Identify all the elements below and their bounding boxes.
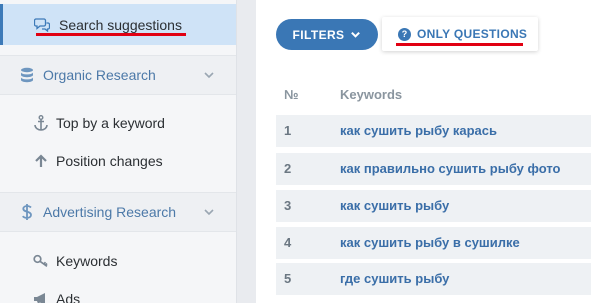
sidebar-item-ads[interactable]: Ads	[0, 280, 236, 303]
keyword-link[interactable]: как сушить рыбу карась	[340, 123, 497, 138]
sidebar-item-label: Ads	[56, 291, 81, 303]
table-row: 4 как сушить рыбу в сушилке	[276, 227, 591, 259]
question-circle-icon: ?	[398, 27, 411, 41]
only-questions-label: ONLY QUESTIONS	[417, 27, 528, 41]
sidebar-item-search-suggestions[interactable]: Search suggestions	[0, 4, 236, 45]
keyword-link[interactable]: где сушить рыбу	[340, 271, 449, 286]
sidebar-divider	[236, 0, 256, 303]
keyword-link[interactable]: как сушить рыбу	[340, 198, 449, 213]
sidebar: Search suggestions Organic Research Top …	[0, 0, 236, 303]
row-number: 2	[284, 161, 292, 176]
key-icon	[33, 253, 49, 269]
sidebar-item-label: Position changes	[56, 153, 163, 169]
chevron-down-icon	[204, 209, 214, 216]
sidebar-item-label: Search suggestions	[59, 16, 182, 33]
table-row: 3 как сушить рыбу	[276, 190, 591, 222]
sidebar-item-keywords[interactable]: Keywords	[0, 242, 236, 280]
row-number: 4	[284, 235, 292, 250]
row-number: 5	[284, 271, 292, 286]
sidebar-section-label: Organic Research	[43, 67, 156, 83]
row-number: 1	[284, 123, 292, 138]
megaphone-icon	[33, 291, 49, 303]
arrow-up-icon	[33, 153, 49, 169]
table-row: 2 как правильно сушить рыбу фото	[276, 153, 591, 185]
chevron-down-icon	[204, 72, 214, 79]
sidebar-item-label: Top by a keyword	[56, 115, 165, 131]
keyword-link[interactable]: как сушить рыбу в сушилке	[340, 235, 520, 250]
anchor-icon	[33, 115, 49, 131]
sidebar-section-label: Advertising Research	[43, 204, 177, 220]
dollar-icon	[18, 203, 36, 221]
speech-bubbles-icon	[34, 17, 50, 33]
database-icon	[18, 66, 36, 84]
highlight-underline	[396, 43, 523, 46]
sidebar-item-top-by-keyword[interactable]: Top by a keyword	[0, 104, 236, 142]
highlight-underline	[36, 33, 186, 36]
row-number: 3	[284, 198, 292, 213]
sidebar-section-organic-research[interactable]: Organic Research	[0, 55, 236, 95]
table-row: 5 где сушить рыбу	[276, 263, 591, 295]
chevron-down-icon	[351, 31, 361, 38]
sidebar-item-position-changes[interactable]: Position changes	[0, 142, 236, 180]
sidebar-item-label: Keywords	[56, 253, 118, 269]
keyword-link[interactable]: как правильно сушить рыбу фото	[340, 161, 560, 176]
filters-button-label: FILTERS	[292, 27, 345, 42]
column-header-keywords[interactable]: Keywords	[340, 87, 402, 102]
table-row: 1 как сушить рыбу карась	[276, 115, 591, 147]
column-header-number: №	[284, 87, 299, 102]
filters-button[interactable]: FILTERS	[276, 19, 378, 50]
sidebar-section-advertising-research[interactable]: Advertising Research	[0, 192, 236, 232]
